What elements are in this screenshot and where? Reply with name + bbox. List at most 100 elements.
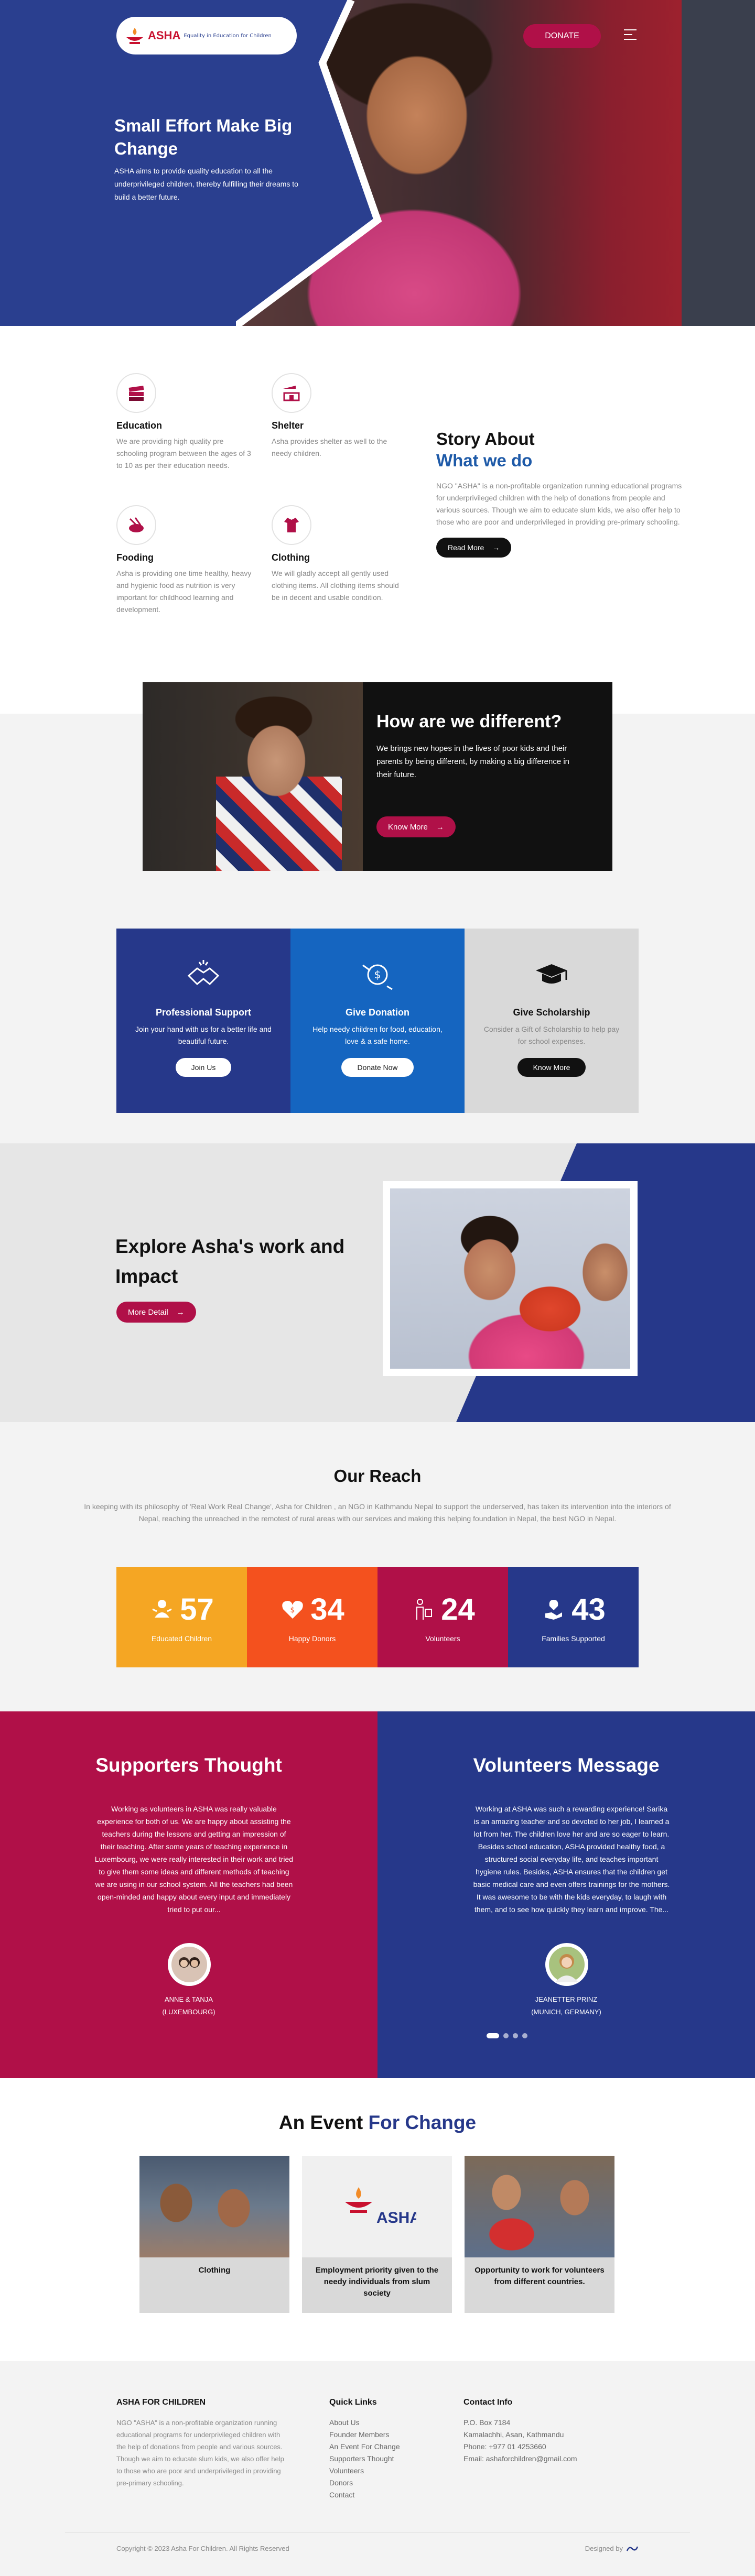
child-icon [152, 1600, 172, 1618]
read-more-label: Read More [448, 543, 484, 552]
books-icon [116, 373, 156, 413]
hero-text: ASHA aims to provide quality education t… [114, 167, 298, 201]
donate-button[interactable]: DONATE [523, 24, 601, 48]
different-photo [143, 682, 363, 871]
card-text: Join your hand with us for a better life… [135, 1025, 272, 1045]
footer-link-donors[interactable]: Donors [329, 2477, 434, 2489]
explore-title: Explore Asha's work and Impact [115, 1236, 345, 1287]
logo-tagline: Equality in Education for Children [184, 32, 272, 39]
testimonial-title: Volunteers Message [473, 1754, 660, 1776]
stat-value: 43 [571, 1592, 606, 1627]
event-card[interactable]: ASHA Employment priority given to the ne… [302, 2156, 452, 2313]
avatar [545, 1943, 588, 1986]
carousel-dot[interactable] [513, 2033, 518, 2038]
event-title: Clothing [198, 2266, 231, 2275]
contact-po-box: P.O. Box 7184 [463, 2418, 511, 2427]
footer: ASHA FOR CHILDREN NGO "ASHA" is a non-pr… [0, 2361, 755, 2576]
services-section: Education We are providing high quality … [0, 326, 755, 646]
scholarship-know-more-button[interactable]: Know More [517, 1058, 586, 1077]
arrow-right-icon: → [436, 822, 444, 832]
designer-logo-icon[interactable] [626, 2546, 639, 2552]
site-logo[interactable]: ASHA Equality in Education for Children [116, 17, 297, 54]
footer-link-supporters[interactable]: Supporters Thought [329, 2453, 434, 2465]
carousel-dot[interactable] [503, 2033, 509, 2038]
hamburger-menu-icon[interactable] [624, 29, 637, 41]
footer-about-text: NGO "ASHA" is a non-profitable organizat… [116, 2419, 284, 2487]
hero-photo-girl [236, 0, 755, 326]
svg-text:$: $ [374, 968, 381, 981]
event-photo [139, 2156, 289, 2257]
supporters-thought-panel: Supporters Thought Working as volunteers… [0, 1711, 378, 2078]
event-photo: ASHA [302, 2156, 452, 2257]
footer-quick-links: Quick Links About Us Founder Members An … [329, 2398, 434, 2501]
stat-value: 57 [180, 1592, 214, 1627]
know-more-button[interactable]: Know More → [376, 816, 456, 837]
service-title: Shelter [272, 420, 304, 431]
footer-heading: ASHA FOR CHILDREN [116, 2398, 206, 2407]
explore-blue-shape [456, 1143, 755, 1422]
author-place: (MUNICH, GERMANY) [531, 2008, 601, 2016]
carousel-dot[interactable] [522, 2033, 527, 2038]
arrow-right-icon: → [492, 543, 500, 552]
card-title: Professional Support [155, 1007, 252, 1018]
support-cards-section: Professional Support Join your hand with… [0, 929, 755, 1143]
testimonial-author: JEANETTER PRINZ (MUNICH, GERMANY) [378, 1993, 755, 2018]
author-place: (LUXEMBOURG) [162, 2008, 215, 2016]
contact-phone[interactable]: Phone: +977 01 4253660 [463, 2441, 621, 2453]
volunteer-icon [416, 1599, 433, 1620]
hero-section: ASHA Equality in Education for Children … [0, 0, 755, 326]
footer-link-contact[interactable]: Contact [329, 2489, 434, 2501]
footer-link-event[interactable]: An Event For Change [329, 2441, 434, 2453]
footer-about: ASHA FOR CHILDREN NGO "ASHA" is a non-pr… [116, 2398, 284, 2489]
different-section: How are we different? We brings new hope… [0, 646, 755, 929]
events-title-b: For Change [368, 2112, 477, 2133]
shelter-icon [272, 373, 311, 413]
donation-icon: $ [362, 964, 393, 990]
service-title: Education [116, 420, 163, 431]
service-fooding: Fooding Asha is providing one time healt… [116, 505, 253, 616]
arrow-right-icon: → [176, 1307, 185, 1317]
asha-logo-icon: ASHA [345, 2187, 416, 2226]
read-more-button[interactable]: Read More → [436, 538, 512, 558]
food-icon [116, 505, 156, 545]
svg-text:ASHA: ASHA [376, 2209, 416, 2226]
volunteers-message-panel: Volunteers Message Working at ASHA was s… [378, 1711, 755, 2078]
carousel-dots [487, 2033, 527, 2038]
card-professional-support: Professional Support Join your hand with… [116, 929, 290, 1113]
footer-heading: Quick Links [329, 2398, 377, 2407]
event-title: Opportunity to work for volunteers from … [474, 2266, 605, 2286]
service-title: Fooding [116, 552, 154, 563]
testimonial-text: Working at ASHA was such a rewarding exp… [473, 1805, 670, 1914]
event-card[interactable]: Opportunity to work for volunteers from … [465, 2156, 614, 2313]
carousel-dot[interactable] [487, 2033, 499, 2038]
service-education: Education We are providing high quality … [116, 373, 253, 472]
different-banner: How are we different? We brings new hope… [143, 682, 612, 871]
service-shelter: Shelter Asha provides shelter as well to… [272, 373, 408, 460]
events-title: An Event For Change [0, 2112, 755, 2134]
footer-link-about-us[interactable]: About Us [329, 2417, 434, 2429]
more-detail-button[interactable]: More Detail → [116, 1302, 196, 1323]
event-card[interactable]: Clothing [139, 2156, 289, 2313]
stat-happy-donors: $ 34 Happy Donors [247, 1567, 378, 1667]
footer-link-founder-members[interactable]: Founder Members [329, 2429, 434, 2441]
stat-label: Volunteers [425, 1634, 460, 1643]
story-title: Story About [436, 429, 535, 449]
contact-email[interactable]: Email: ashaforchildren@gmail.com [463, 2453, 621, 2465]
explore-photo-children [390, 1188, 630, 1369]
card-title: Give Scholarship [513, 1007, 590, 1018]
testimonials-section: Supporters Thought Working as volunteers… [0, 1711, 755, 2078]
author-name: ANNE & TANJA [165, 1995, 213, 2003]
logo-text: ASHA [148, 29, 181, 42]
footer-link-volunteers[interactable]: Volunteers [329, 2465, 434, 2477]
donate-now-button[interactable]: Donate Now [341, 1058, 414, 1077]
explore-section: Explore Asha's work and Impact More Deta… [0, 1143, 755, 1422]
stat-label: Happy Donors [288, 1634, 336, 1643]
reach-title: Our Reach [333, 1466, 422, 1486]
service-clothing: Clothing We will gladly accept all gentl… [272, 505, 408, 604]
stat-value: 34 [310, 1592, 344, 1627]
hero-title: Small Effort Make Big Change [114, 116, 293, 158]
stat-label: Families Supported [542, 1634, 605, 1643]
join-us-button[interactable]: Join Us [175, 1058, 232, 1077]
copyright: Copyright © 2023 Asha For Children. All … [116, 2545, 289, 2552]
svg-text:$: $ [290, 1606, 295, 1614]
